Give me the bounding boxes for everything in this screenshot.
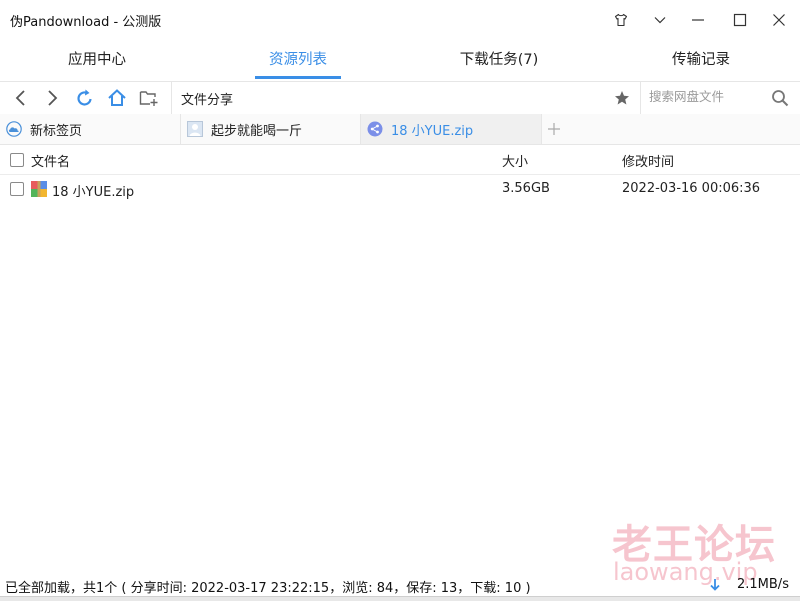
- page-tabs: 新标签页 起步就能喝一斤 18 小YUE.zip: [0, 114, 800, 145]
- toolbar-divider: [171, 82, 172, 114]
- column-size[interactable]: 大小: [502, 151, 528, 170]
- file-name[interactable]: 18 小YUE.zip: [52, 181, 134, 200]
- app-title: 伪Pandownload - 公测版: [10, 15, 162, 30]
- minimize-icon[interactable]: [683, 5, 713, 35]
- search-icon[interactable]: [769, 87, 791, 109]
- path-breadcrumb: 文件分享: [181, 93, 234, 108]
- active-tab-indicator: [255, 76, 341, 79]
- shirt-icon[interactable]: [606, 5, 636, 35]
- home-icon[interactable]: [104, 85, 130, 111]
- page-tab-label: 起步就能喝一斤: [211, 123, 303, 139]
- add-tab-icon[interactable]: [542, 118, 566, 140]
- refresh-icon[interactable]: [72, 85, 98, 111]
- download-speed: 2.1MB/s: [737, 577, 789, 592]
- page-tab-new[interactable]: 新标签页: [0, 114, 181, 144]
- row-checkbox[interactable]: [10, 182, 24, 196]
- status-text: 已全部加载，共1个 ( 分享时间: 2022-03-17 23:22:15，浏览…: [5, 581, 531, 596]
- main-tabs: 应用中心 资源列表 下载任务(7) 传输记录: [0, 40, 800, 80]
- tab-download-tasks[interactable]: 下载任务(7): [449, 40, 549, 80]
- column-name[interactable]: 文件名: [31, 151, 70, 170]
- page-tab-label: 18 小YUE.zip: [391, 123, 474, 139]
- file-size: 3.56GB: [502, 181, 550, 196]
- tab-transfer-records[interactable]: 传输记录: [656, 40, 746, 80]
- title-bar: 伪Pandownload - 公测版: [0, 0, 800, 40]
- tab-resource-list[interactable]: 资源列表: [253, 40, 343, 80]
- taskbar-strip: [0, 596, 800, 601]
- zip-archive-icon: [31, 181, 47, 197]
- close-icon[interactable]: [764, 5, 794, 35]
- share-icon: [367, 121, 383, 137]
- chevron-down-icon[interactable]: [645, 5, 675, 35]
- file-row[interactable]: 18 小YUE.zip 3.56GB 2022-03-16 00:06:36: [0, 175, 800, 203]
- column-modified[interactable]: 修改时间: [622, 151, 674, 170]
- search-box: [640, 82, 800, 114]
- file-list-header: 文件名 大小 修改时间: [0, 145, 800, 175]
- forward-icon[interactable]: [39, 85, 65, 111]
- new-folder-icon[interactable]: [136, 85, 162, 111]
- status-bar: 已全部加载，共1个 ( 分享时间: 2022-03-17 23:22:15，浏览…: [0, 574, 800, 596]
- search-input[interactable]: [649, 89, 764, 104]
- back-icon[interactable]: [8, 85, 34, 111]
- toolbar: 文件分享: [0, 81, 800, 115]
- page-tab-share[interactable]: 18 小YUE.zip: [361, 114, 542, 144]
- avatar-icon: [187, 121, 203, 137]
- tab-app-center[interactable]: 应用中心: [52, 40, 142, 80]
- page-tab-user[interactable]: 起步就能喝一斤: [181, 114, 361, 144]
- file-modified: 2022-03-16 00:06:36: [622, 181, 761, 196]
- cloud-icon: [6, 121, 22, 137]
- maximize-icon[interactable]: [725, 5, 755, 35]
- page-tab-label: 新标签页: [30, 123, 83, 139]
- star-icon[interactable]: [611, 87, 633, 109]
- select-all-checkbox[interactable]: [10, 153, 24, 167]
- download-arrow-icon: [708, 577, 722, 593]
